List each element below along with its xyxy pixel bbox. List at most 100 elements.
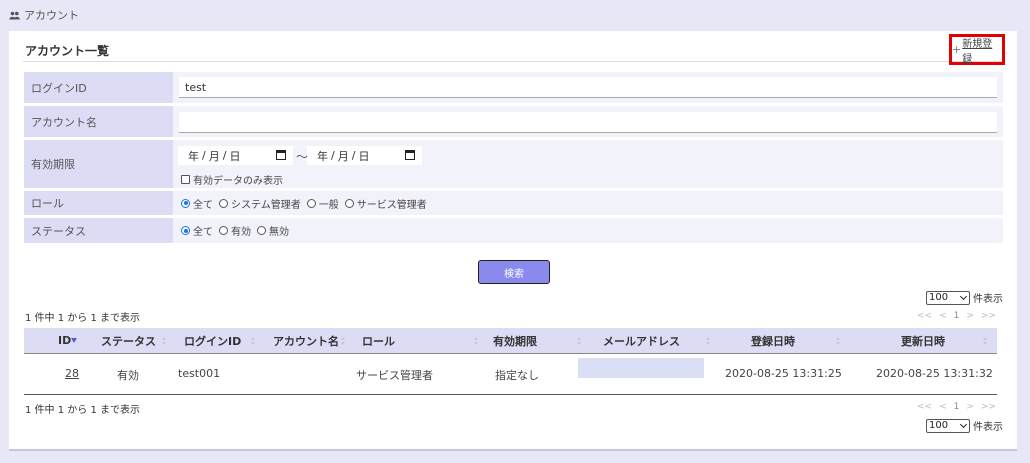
new-registration-label[interactable]: 新規登録: [962, 35, 1002, 65]
sort-icon[interactable]: [251, 337, 256, 345]
radio-icon[interactable]: [306, 198, 316, 208]
cell-email: [578, 358, 704, 378]
date-from-year: 年: [188, 149, 199, 163]
radio-label: システム管理者: [231, 199, 301, 211]
radio-label: 全て: [193, 227, 213, 238]
title-divider: [23, 61, 1003, 62]
pager-top: << < 1 > >>: [917, 311, 996, 321]
sort-desc-icon[interactable]: [71, 338, 77, 343]
status-radio-group: 全て 有効 無効: [181, 218, 295, 243]
cell-status: 有効: [117, 369, 139, 382]
header-label: メールアドレス: [603, 334, 680, 348]
role-radio-service-admin[interactable]: サービス管理者: [344, 196, 427, 211]
page-size-select[interactable]: 100: [926, 290, 970, 305]
date-to-year: 年: [317, 149, 328, 163]
page-size-suffix: 件表示: [973, 294, 1003, 305]
pager-first[interactable]: <<: [917, 311, 932, 321]
pager-last[interactable]: >>: [981, 311, 996, 321]
users-icon: [9, 11, 20, 19]
account-id-link[interactable]: 28: [65, 367, 79, 380]
pager-prev[interactable]: <: [939, 402, 947, 412]
date-to-input[interactable]: 年 / 月 / 日: [307, 146, 422, 165]
page-size-top: 100 件表示: [926, 290, 1003, 305]
role-radio-system-admin[interactable]: システム管理者: [219, 196, 301, 211]
sort-icon[interactable]: [474, 337, 479, 345]
pager-first[interactable]: <<: [917, 402, 932, 412]
sort-icon[interactable]: [706, 337, 711, 345]
only-valid-checkbox[interactable]: 有効データのみ表示: [181, 172, 283, 187]
role-radio-general[interactable]: 一般: [306, 196, 339, 211]
status-radio-invalid[interactable]: 無効: [257, 223, 289, 238]
radio-label: 一般: [318, 199, 339, 211]
pager-last[interactable]: >>: [981, 402, 996, 412]
column-header-role[interactable]: ロール: [362, 328, 395, 353]
header-label: ステータス: [101, 334, 156, 348]
pager-prev[interactable]: <: [939, 311, 947, 321]
plus-icon: +: [952, 43, 962, 56]
status-label: ステータス: [24, 218, 173, 243]
header-label: ロール: [362, 334, 395, 348]
sort-icon[interactable]: [983, 337, 988, 345]
calendar-icon[interactable]: [405, 150, 415, 160]
page-size-bottom: 100 件表示: [926, 418, 1003, 433]
date-from-day: 日: [229, 149, 241, 163]
header-label: ログインID: [184, 334, 242, 348]
filter-row-status: ステータス 全て 有効 無効: [24, 218, 1003, 243]
filter-row-validity: 有効期限 年 / 月 / 日 ～ 年 / 月 / 日 有効データのみ表示: [24, 140, 1003, 188]
calendar-icon[interactable]: [276, 150, 286, 160]
radio-icon[interactable]: [257, 226, 266, 235]
chevron-down-icon: [959, 420, 968, 428]
cell-created: 2020-08-25 13:31:25: [725, 367, 842, 380]
radio-icon[interactable]: [181, 198, 190, 208]
cell-validity: 指定なし: [495, 369, 539, 382]
radio-label: サービス管理者: [356, 199, 427, 211]
header-label: 更新日時: [901, 334, 945, 348]
cell-role: サービス管理者: [356, 369, 433, 382]
sort-icon[interactable]: [341, 337, 346, 345]
table-header: ID ステータス ログインID アカウント名 ロール 有効期限 メールアドレス …: [24, 328, 997, 354]
column-header-updated[interactable]: 更新日時: [901, 328, 945, 353]
pager-current[interactable]: 1: [954, 402, 960, 412]
column-header-status[interactable]: ステータス: [101, 328, 156, 353]
status-radio-valid[interactable]: 有効: [219, 223, 251, 238]
pager-next[interactable]: >: [966, 402, 974, 412]
result-count: 1 件中 1 から 1 まで表示: [25, 313, 140, 324]
date-from-month: 月: [208, 149, 220, 163]
column-header-account-name[interactable]: アカウント名: [273, 328, 339, 353]
column-header-id[interactable]: ID: [58, 328, 71, 353]
pager-current[interactable]: 1: [954, 311, 960, 321]
page-size-select[interactable]: 100: [926, 418, 970, 433]
login-id-input[interactable]: [179, 77, 997, 98]
header-label: ID: [58, 334, 72, 347]
radio-label: 有効: [231, 227, 251, 238]
account-name-label: アカウント名: [24, 106, 173, 137]
column-header-created[interactable]: 登録日時: [751, 328, 795, 353]
search-button[interactable]: 検索: [478, 260, 550, 284]
pager-next[interactable]: >: [966, 311, 974, 321]
new-registration-button[interactable]: + 新規登録: [949, 34, 1005, 65]
radio-icon[interactable]: [219, 198, 228, 208]
cell-id[interactable]: 28: [65, 367, 79, 380]
page-title: アカウント一覧: [25, 44, 110, 58]
header-label: アカウント名: [273, 334, 339, 348]
radio-icon[interactable]: [181, 226, 190, 235]
date-from-input[interactable]: 年 / 月 / 日: [178, 146, 293, 165]
column-header-validity[interactable]: 有効期限: [493, 328, 537, 353]
sort-icon[interactable]: [836, 337, 841, 345]
page-size-value: 100: [929, 420, 949, 431]
account-list-panel: アカウント一覧 + 新規登録 ログインID アカウント名 有効期限 年/ 月/ …: [9, 31, 1017, 451]
radio-icon[interactable]: [219, 226, 228, 235]
header-label: 登録日時: [751, 334, 795, 348]
breadcrumb-label: アカウント: [24, 9, 79, 22]
role-radio-all[interactable]: 全て: [181, 196, 213, 211]
checkbox-icon[interactable]: [181, 175, 190, 184]
sort-icon[interactable]: [577, 337, 582, 345]
date-to-month: 月: [337, 149, 349, 163]
status-radio-all[interactable]: 全て: [181, 223, 213, 238]
radio-icon[interactable]: [344, 198, 354, 208]
column-header-email[interactable]: メールアドレス: [603, 328, 680, 353]
account-name-input[interactable]: [179, 112, 997, 133]
sort-icon[interactable]: [162, 337, 167, 345]
page-size-suffix: 件表示: [973, 422, 1003, 433]
column-header-login-id[interactable]: ログインID: [184, 328, 241, 353]
